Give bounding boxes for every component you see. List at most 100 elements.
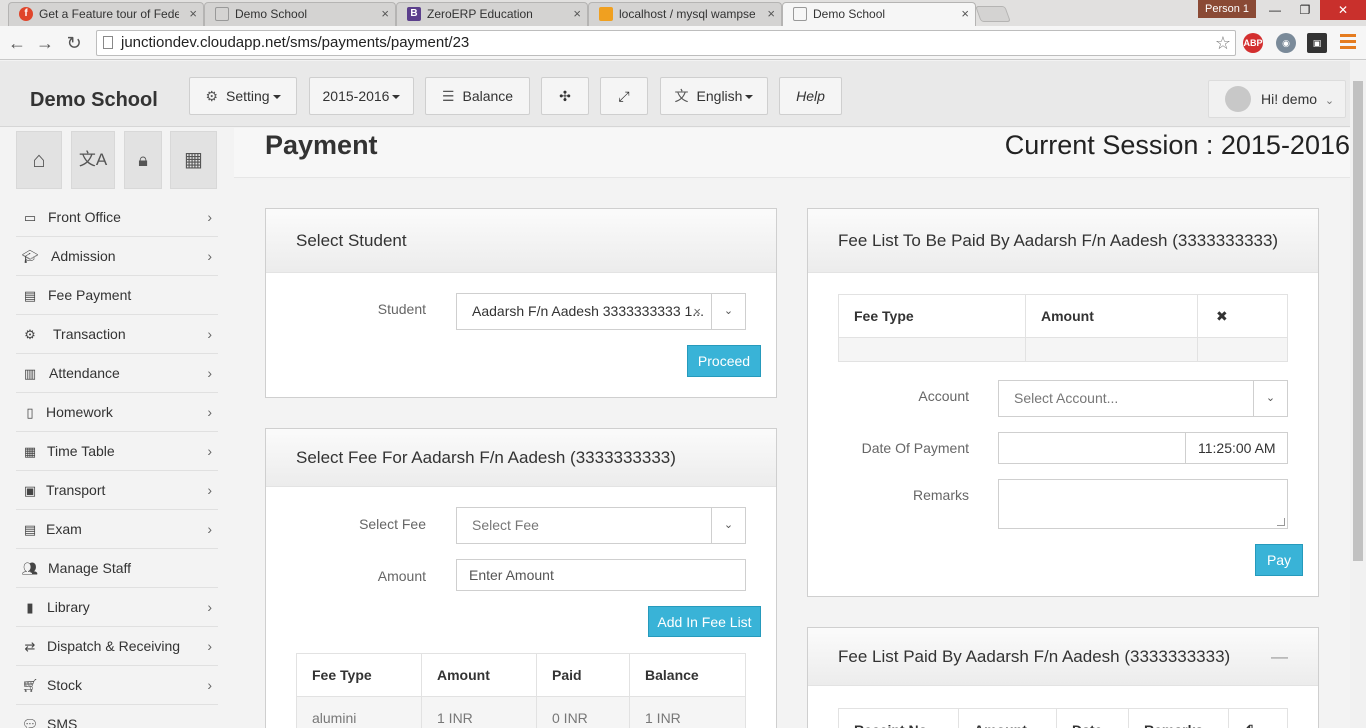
collapse-icon[interactable]: — [1271,628,1288,686]
sidebar-item-homework[interactable]: ▯ Homework › [16,393,218,432]
setting-dropdown[interactable]: ⚙ Setting [189,77,297,115]
sidebar-item-admission[interactable]: 🎓︎ Admission › [16,237,218,276]
tab-title: ZeroERP Education [427,7,533,21]
account-select[interactable]: Select Account... ⌄ [998,380,1288,417]
session-dropdown[interactable]: 2015-2016 [309,77,414,115]
page-scrollbar[interactable] [1350,61,1366,728]
amount-placeholder: Enter Amount [469,567,554,583]
extension-icon[interactable]: ▣ [1307,33,1327,53]
caret-down-icon [745,95,754,100]
sidebar-item-sms[interactable]: 💬︎ SMS [16,705,218,728]
fee-select[interactable]: Select Fee ⌄ [456,507,746,544]
browser-tab-1[interactable]: f Get a Feature tour of Fede × [8,2,204,26]
home-icon: ⌂ [32,147,46,172]
sidebar-item-stock[interactable]: 🛒︎ Stock › [16,666,218,705]
proceed-button[interactable]: Proceed [687,345,761,377]
add-in-fee-list-button[interactable]: Add In Fee List [648,606,761,637]
browser-tab-2[interactable]: Demo School × [204,2,396,26]
scrollbar-thumb[interactable] [1353,81,1363,561]
window-close-icon[interactable]: ✕ [1320,0,1366,20]
back-arrow-icon[interactable]: ← [6,32,28,54]
chevron-down-icon[interactable]: ⌄ [711,508,745,543]
browser-tab-4[interactable]: localhost / mysql wampse × [588,2,782,26]
sidebar-item-transport[interactable]: ▣ Transport › [16,471,218,510]
setting-label: Setting [225,88,270,104]
close-icon[interactable]: × [573,3,581,25]
student-select[interactable]: Aadarsh F/n Aadesh 3333333333 1... × ⌄ [456,293,746,330]
bootstrap-favicon-icon: B [407,7,421,21]
profile-badge[interactable]: Person 1 [1198,0,1256,18]
date-of-payment-input[interactable] [998,432,1186,464]
compress-button[interactable]: ✣ [541,77,589,115]
date-of-payment-label: Date Of Payment [861,440,969,456]
bookmark-star-icon[interactable]: ☆ [1215,31,1231,55]
language-label: English [696,88,743,104]
new-tab-button[interactable] [975,6,1011,22]
eye-extension-icon[interactable]: ◉ [1276,33,1296,53]
remove-all-icon[interactable]: ✖ [1197,294,1288,338]
sidebar-item-transaction[interactable]: ⚙ Transaction › [16,315,218,354]
forward-arrow-icon[interactable]: → [34,32,56,54]
maximize-icon[interactable]: ❐ [1290,0,1320,20]
column-header: Amount [1025,294,1198,338]
address-bar[interactable]: junctiondev.cloudapp.net/sms/payments/pa… [96,30,1236,56]
chevron-down-icon[interactable]: ⌄ [711,294,745,329]
chevron-right-icon: › [207,443,212,459]
browser-menu-icon[interactable] [1340,34,1356,52]
amount-label: Amount [377,568,426,584]
pay-button[interactable]: Pay [1255,544,1303,576]
language-dropdown[interactable]: 文 English [660,77,768,115]
chevron-down-icon[interactable]: ⌄ [1253,381,1287,416]
close-icon[interactable]: × [189,3,197,25]
panel-heading: Fee List Paid By Aadarsh F/n Aadesh (333… [808,628,1318,686]
sidebar-item-library[interactable]: ▮ Library › [16,588,218,627]
exchange-icon: ⇄ [24,639,36,654]
gear-icon: ⚙ [205,88,218,104]
sidebar-item-time-table[interactable]: ▦ Time Table › [16,432,218,471]
time-input[interactable]: 11:25:00 AM [1185,432,1288,464]
sidebar-item-manage-staff[interactable]: 👥︎ Manage Staff [16,549,218,588]
user-menu[interactable]: Hi! demo ⌄ [1208,80,1346,118]
calendar-button[interactable]: ▦ [170,131,217,189]
resize-grip-icon[interactable] [1277,518,1285,526]
lock-button[interactable]: 🔒︎ [124,131,162,189]
browser-tab-3[interactable]: B ZeroERP Education × [396,2,588,26]
sidebar-item-label: Time Table [47,443,115,459]
close-icon[interactable]: × [381,3,389,25]
minimize-icon[interactable]: — [1260,0,1290,20]
close-icon[interactable]: × [961,3,969,25]
home-button[interactable]: ⌂ [16,131,62,189]
column-header: Receipt No [838,708,959,728]
fee-paid-panel: Fee List Paid By Aadarsh F/n Aadesh (333… [807,627,1319,728]
language-quick-button[interactable]: 文A [71,131,115,189]
sidebar-item-exam[interactable]: ▤ Exam › [16,510,218,549]
sidebar-item-front-office[interactable]: ▭ Front Office › [16,198,218,237]
sidebar-item-label: SMS [47,716,78,728]
balance-button[interactable]: ☰ Balance [425,77,530,115]
amount-input[interactable]: Enter Amount [456,559,746,591]
help-label: Help [796,88,825,104]
reload-icon[interactable]: ↻ [63,32,85,54]
calendar-icon: ▦ [184,149,203,171]
fee-paid-table: Receipt No Amount Date Remarks ⎙ [838,708,1288,728]
remarks-textarea[interactable] [998,479,1288,529]
close-icon[interactable]: × [767,3,775,25]
browser-tab-5-active[interactable]: Demo School × [782,2,976,26]
sidebar-item-dispatch-receiving[interactable]: ⇄ Dispatch & Receiving › [16,627,218,666]
table-row[interactable]: alumini 1 INR 0 INR 1 INR [296,696,746,728]
table-cell: 1 INR [421,696,537,728]
help-button[interactable]: Help [779,77,842,115]
page-favicon-icon [215,7,229,21]
sidebar-item-label: Exam [46,521,82,537]
lock-icon: 🔒︎ [138,150,148,170]
column-header: Paid [536,653,630,697]
fullscreen-button[interactable]: ⤢ [600,77,648,115]
remarks-label: Remarks [912,487,969,503]
print-icon[interactable]: ⎙ [1228,708,1288,728]
sidebar-item-fee-payment[interactable]: ▤ Fee Payment [16,276,218,315]
sidebar-item-attendance[interactable]: ▥ Attendance › [16,354,218,393]
clear-selection-icon[interactable]: × [693,294,701,329]
comment-icon: 💬︎ [21,717,39,728]
sidebar-item-label: Fee Payment [48,287,132,303]
adblock-plus-icon[interactable]: ABP [1243,33,1263,53]
